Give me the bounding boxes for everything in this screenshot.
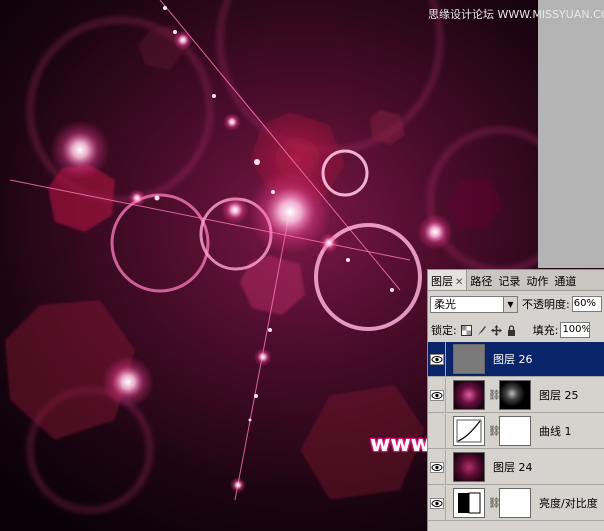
opacity-label: 不透明度: bbox=[522, 298, 570, 311]
layer-row[interactable]: ⛓ 曲线 1 bbox=[428, 414, 604, 449]
link-icon: ⛓ bbox=[488, 389, 501, 401]
tab-history[interactable]: 记录 bbox=[495, 270, 523, 290]
tab-history-label: 记录 bbox=[498, 275, 521, 288]
tab-actions-label: 动作 bbox=[526, 275, 549, 288]
layer-name: 图层 24 bbox=[493, 461, 533, 474]
link-icon: ⛓ bbox=[488, 425, 501, 437]
lock-fill-row: 锁定: 填充: 100% bbox=[431, 321, 604, 339]
tab-layers-label: 图层 bbox=[431, 275, 453, 288]
layer-row[interactable]: ⛓ 亮度/对比度 bbox=[428, 486, 604, 521]
adjustment-thumbnail bbox=[453, 488, 485, 518]
visibility-toggle[interactable] bbox=[428, 486, 446, 520]
lock-transparent-icon[interactable] bbox=[460, 324, 472, 336]
visibility-toggle[interactable] bbox=[428, 414, 446, 448]
blend-mode-select[interactable]: 柔光 ▼ bbox=[430, 295, 518, 313]
link-icon: ⛓ bbox=[488, 497, 501, 509]
visibility-toggle[interactable] bbox=[428, 342, 446, 376]
eye-icon[interactable] bbox=[429, 497, 444, 509]
layer-name: 亮度/对比度 bbox=[539, 497, 598, 510]
tab-layers[interactable]: 图层 ✕ bbox=[428, 270, 468, 290]
watermark-top: 思缘设计论坛 WWW.MISSYUAN.COM bbox=[428, 8, 604, 21]
layers-panel: 图层 ✕ 路径 记录 动作 通道 柔光 ▼ 不透明度: 60% 锁定: 填充: 1… bbox=[427, 269, 604, 531]
chevron-down-icon[interactable]: ▼ bbox=[503, 296, 517, 312]
eye-icon[interactable] bbox=[429, 353, 444, 365]
tab-paths-label: 路径 bbox=[470, 275, 493, 288]
layer-thumbnail bbox=[453, 380, 485, 410]
tab-channels-label: 通道 bbox=[554, 275, 577, 288]
lock-move-icon[interactable] bbox=[490, 324, 502, 336]
lock-all-icon[interactable] bbox=[506, 324, 517, 336]
lock-label: 锁定: bbox=[431, 324, 457, 337]
layer-row[interactable]: 图层 24 bbox=[428, 450, 604, 485]
layer-row[interactable]: ⛓ 图层 25 bbox=[428, 378, 604, 413]
eye-icon[interactable] bbox=[429, 389, 444, 401]
visibility-toggle[interactable] bbox=[428, 378, 446, 412]
eye-icon[interactable] bbox=[429, 461, 444, 473]
opacity-input[interactable]: 60% bbox=[571, 296, 602, 312]
close-icon[interactable]: ✕ bbox=[455, 277, 463, 288]
layer-name: 图层 26 bbox=[493, 353, 533, 366]
adjustment-thumbnail bbox=[453, 416, 485, 446]
tab-actions[interactable]: 动作 bbox=[523, 270, 551, 290]
lock-brush-icon[interactable] bbox=[476, 325, 487, 336]
tab-channels[interactable]: 通道 bbox=[551, 270, 579, 290]
layers-list: 图层 26 ⛓ 图层 25 ⛓ 曲线 1 图层 24 ⛓ 亮度/对比度 bbox=[428, 342, 604, 531]
layer-mask-thumbnail[interactable] bbox=[499, 416, 531, 446]
canvas-gray-area bbox=[538, 0, 604, 268]
panel-tabs: 图层 ✕ 路径 记录 动作 通道 bbox=[428, 270, 604, 291]
layer-name: 图层 25 bbox=[539, 389, 579, 402]
visibility-toggle[interactable] bbox=[428, 450, 446, 484]
fill-label: 填充: bbox=[532, 324, 559, 337]
layer-mask-thumbnail[interactable] bbox=[499, 380, 531, 410]
layer-thumbnail bbox=[453, 452, 485, 482]
tab-paths[interactable]: 路径 bbox=[467, 270, 495, 290]
fill-input[interactable]: 100% bbox=[560, 322, 591, 338]
layer-row[interactable]: 图层 26 bbox=[428, 342, 604, 377]
layer-mask-thumbnail[interactable] bbox=[499, 488, 531, 518]
layer-thumbnail bbox=[453, 344, 485, 374]
layer-name: 曲线 1 bbox=[539, 425, 572, 438]
blend-mode-value: 柔光 bbox=[434, 298, 456, 311]
blend-opacity-row: 柔光 ▼ 不透明度: 60% bbox=[430, 294, 604, 314]
